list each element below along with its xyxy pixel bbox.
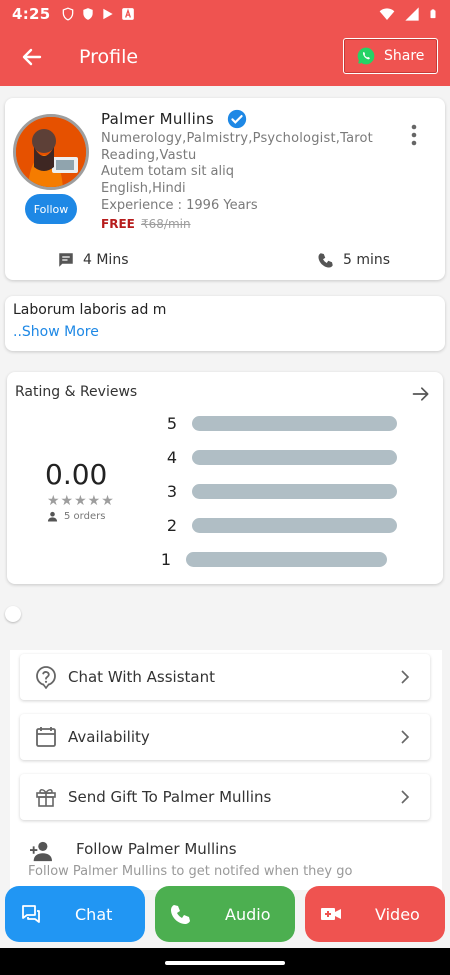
chat-button[interactable]: Chat [5,886,145,942]
rating-row-bar [192,449,397,465]
gift-icon [36,789,56,807]
back-arrow-icon[interactable] [20,45,44,69]
system-nav-bar [0,948,450,975]
profile-languages: English,Hindi [101,181,186,196]
bio-text: Laborum laboris ad m [13,302,167,318]
rating-row-bar [192,483,397,499]
rating-stars: ★★★★★ [47,493,115,509]
rating-row-label: 4 [166,447,178,467]
share-button[interactable]: Share [343,38,438,74]
rating-row: 2 [157,515,397,535]
rating-card: Rating & Reviews 0.00 ★★★★★ 5 orders 5 4… [7,372,443,584]
orders-count: 5 orders [47,511,105,522]
calendar-icon [36,727,56,747]
rating-average: 0.00 [45,458,108,491]
menu-item-label: Availability [68,728,150,746]
show-more-link[interactable]: ..Show More [13,324,99,340]
rating-row-label: 3 [166,481,178,501]
profile-skills: Numerology,Palmistry,Psychologist,Tarot … [101,131,373,163]
audio-button[interactable]: Audio [155,886,295,942]
whatsapp-icon [357,47,375,65]
follow-button[interactable]: Follow [25,194,77,224]
menu-item-label: Send Gift To Palmer Mullins [68,788,272,806]
font-icon [121,8,134,20]
rating-row: 5 [157,413,397,433]
profile-about: Autem totam sit aliq [101,164,234,179]
chat-duration-label: 4 Mins [83,252,129,268]
phone-icon [318,253,333,268]
profile-card: Follow Palmer Mullins Numerology,Palmist… [5,98,445,280]
follow-subtitle: Follow Palmer Mullins to get notifed whe… [28,864,353,879]
chat-icon [22,905,40,923]
rating-row: 3 [157,481,397,501]
chevron-right-icon [401,790,410,804]
audio-button-label: Audio [225,904,271,924]
menu-item-availability[interactable]: Availability [20,714,430,760]
bio-card: Laborum laboris ad m ..Show More [5,296,445,351]
phone-call-icon [171,905,190,924]
follow-title: Follow Palmer Mullins [76,840,237,858]
menu-item-send-gift[interactable]: Send Gift To Palmer Mullins [20,774,430,820]
rating-row-bar [186,551,387,567]
video-button[interactable]: Video [305,886,445,942]
signal-icon [405,7,419,21]
help-circle-icon [36,666,56,689]
rating-row-bar [192,517,397,533]
orders-label: 5 orders [64,511,106,522]
menu-item-label: Chat With Assistant [68,668,215,686]
price-old: ₹68/min [141,217,191,231]
status-time: 4:25 [12,5,51,23]
shield-icon [62,7,73,21]
status-bar: 4:25 [0,0,450,28]
chat-duration: 4 Mins [57,251,129,269]
app-bar: Profile Share [0,28,450,86]
chat-button-label: Chat [75,904,113,924]
rating-row: 4 [157,447,397,467]
profile-name: Palmer Mullins [101,110,214,128]
verified-badge-icon [227,109,247,129]
shield-check-icon [82,8,93,20]
rating-row-label: 2 [166,515,178,535]
status-icons [61,7,135,21]
profile-experience: Experience : 1996 Years [101,198,258,213]
chevron-right-icon [401,730,410,744]
page-title: Profile [79,46,139,68]
rating-title: Rating & Reviews [15,384,138,400]
avatar-image [16,117,86,187]
more-options-icon[interactable] [411,124,417,146]
wifi-icon [379,8,395,20]
status-right-icons [378,6,438,22]
home-gesture-handle[interactable] [165,961,285,965]
person-add-icon [30,841,52,862]
avatar[interactable] [13,114,89,190]
arrow-right-icon[interactable] [411,384,431,404]
rating-row-bar [192,415,397,431]
price-free: FREE [101,217,135,231]
rating-row-label: 5 [166,413,178,433]
video-camera-icon [321,908,341,920]
loading-indicator [5,606,21,622]
play-store-icon [102,8,113,20]
share-label: Share [384,48,425,64]
person-icon [47,511,58,522]
chat-bubble-icon [59,253,73,267]
call-duration: 5 mins [317,251,390,269]
rating-row-label: 1 [160,549,172,569]
action-menu: Chat With Assistant Availability Send Gi… [10,650,442,890]
call-duration-label: 5 mins [343,252,391,268]
rating-row: 1 [151,549,387,569]
chevron-right-icon [401,670,410,684]
video-button-label: Video [375,904,420,924]
battery-icon [430,9,436,19]
menu-item-chat-assistant[interactable]: Chat With Assistant [20,654,430,700]
